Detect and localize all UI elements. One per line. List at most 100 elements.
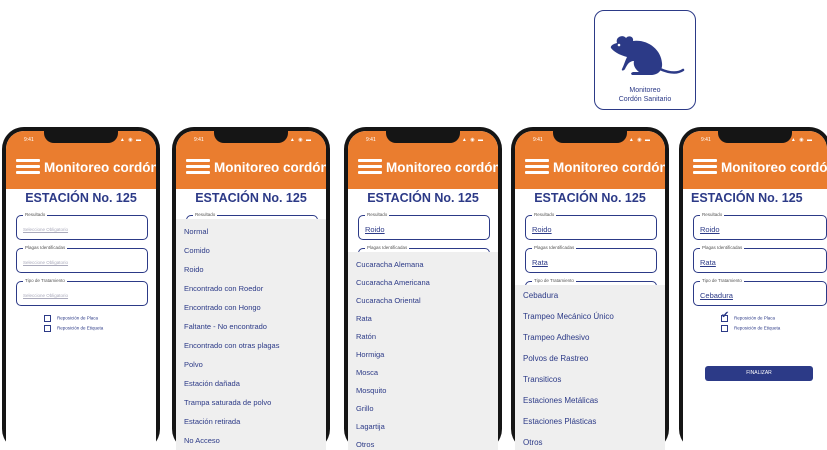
notch	[553, 131, 627, 143]
option-item[interactable]: Grillo	[356, 404, 374, 413]
plagas-label: Plagas Identificadas	[365, 245, 410, 250]
station-title: ESTACIÓN No. 125	[367, 191, 479, 205]
option-item[interactable]: Polvo	[184, 360, 203, 369]
option-item[interactable]: Cucaracha Alemana	[356, 260, 424, 269]
option-item[interactable]: Encontrado con otras plagas	[184, 341, 279, 350]
resultado-field[interactable]: Resultado Roido	[525, 212, 657, 240]
resultado-field[interactable]: Resultado Roido	[358, 212, 490, 240]
option-item[interactable]: Polvos de Rastreo	[523, 354, 588, 363]
resultado-options-list: Normal Comido Roido Encontrado con Roedo…	[176, 219, 326, 450]
station-title: ESTACIÓN No. 125	[25, 191, 137, 205]
option-item[interactable]: Trampeo Adhesivo	[523, 333, 589, 342]
resultado-label: Resultado	[365, 212, 390, 217]
plagas-value: Rata	[700, 258, 716, 267]
status-time: 9:41	[366, 137, 376, 143]
option-item[interactable]: Comido	[184, 246, 210, 255]
station-title: ESTACIÓN No. 125	[195, 191, 307, 205]
reposicion-placa-label: Reposición de Placa	[57, 315, 99, 321]
option-item[interactable]: Otros	[523, 438, 543, 447]
checkbox-box[interactable]	[44, 315, 51, 322]
app-title: Monitoreo cordón	[721, 160, 827, 175]
option-item[interactable]: Mosca	[356, 368, 378, 377]
phone-tratamiento-dropdown: 9:41 ▲ ◉ ▬ Monitoreo cordón ESTACIÓN No.…	[511, 127, 669, 450]
reposicion-placa-checkbox[interactable]: Reposición de Placa	[721, 310, 776, 322]
option-item[interactable]: Ratón	[356, 332, 376, 341]
option-item[interactable]: Roido	[184, 265, 204, 274]
plagas-label: Plagas Identificadas	[700, 245, 745, 250]
resultado-label: Resultado	[23, 212, 48, 217]
menu-icon[interactable]	[525, 159, 549, 177]
app-title: Monitoreo cordón	[386, 160, 498, 175]
tratamiento-label: Tipo de Tratamiento	[532, 278, 576, 283]
option-item[interactable]: Hormiga	[356, 350, 384, 359]
reposicion-etiqueta-label: Reposición de Etiqueta	[734, 325, 781, 331]
option-item[interactable]: Estaciones Plásticas	[523, 417, 596, 426]
plagas-field[interactable]: Plagas Identificadas Rata	[525, 245, 657, 273]
module-card-line1: Monitoreo	[629, 87, 661, 94]
option-item[interactable]: Estaciones Metálicas	[523, 396, 598, 405]
menu-icon[interactable]	[693, 159, 717, 177]
module-card-monitoreo[interactable]: Monitoreo Cordón Sanitario	[594, 10, 696, 110]
status-time: 9:41	[24, 137, 34, 143]
plagas-options-list: Cucaracha Alemana Cucaracha Americana Cu…	[348, 252, 498, 450]
finalizar-button[interactable]: FINALIZAR	[705, 366, 813, 381]
rat-icon	[610, 36, 685, 75]
tratamiento-placeholder: Seleccione Obligatorio	[23, 293, 69, 298]
tratamiento-field[interactable]: Tipo de Tratamiento Seleccione Obligator…	[16, 278, 148, 306]
notch	[386, 131, 460, 143]
option-item[interactable]: Cebadura	[523, 291, 558, 300]
tratamiento-field[interactable]: Tipo de Tratamiento Cebadura	[693, 278, 827, 306]
status-icons: ▲ ◉ ▬	[628, 137, 651, 143]
status-time: 9:41	[533, 137, 543, 143]
option-item[interactable]: Trampa saturada de polvo	[184, 398, 271, 407]
phone-plagas-dropdown: 9:41 ▲ ◉ ▬ Monitoreo cordón ESTACIÓN No.…	[344, 127, 502, 450]
checkbox-box[interactable]	[44, 325, 51, 332]
resultado-field[interactable]: Resultado Seleccione Obligatorio	[16, 212, 148, 240]
plagas-label: Plagas Identificadas	[532, 245, 577, 250]
option-item[interactable]: Estación retirada	[184, 417, 240, 426]
app-title: Monitoreo cordón	[214, 160, 326, 175]
status-icons: ▲ ◉ ▬	[289, 137, 312, 143]
app-title: Monitoreo cordón	[44, 160, 156, 175]
resultado-value: Roido	[532, 225, 552, 234]
plagas-label: Plagas Identificadas	[23, 245, 68, 250]
option-item[interactable]: Estación dañada	[184, 379, 240, 388]
option-item[interactable]: Encontrado con Hongo	[184, 303, 261, 312]
reposicion-etiqueta-checkbox[interactable]: Reposición de Etiqueta	[44, 325, 103, 332]
option-item[interactable]: Normal	[184, 227, 208, 236]
option-item[interactable]: Cucaracha Oriental	[356, 296, 421, 305]
menu-icon[interactable]	[186, 159, 210, 177]
resultado-field[interactable]: Resultado Roido	[693, 212, 827, 240]
resultado-placeholder: Seleccione Obligatorio	[23, 227, 69, 232]
status-time: 9:41	[194, 137, 204, 143]
option-item[interactable]: Faltante - No encontrado	[184, 322, 267, 331]
reposicion-placa-label: Reposición de Placa	[734, 315, 776, 321]
reposicion-placa-checkbox[interactable]: Reposición de Placa	[44, 315, 98, 322]
notch	[718, 131, 792, 143]
screen: 9:41 ▲ ◉ ▬ Monitoreo cordón ESTACIÓN No.…	[683, 131, 827, 450]
tratamiento-label: Tipo de Tratamiento	[700, 278, 744, 283]
menu-icon[interactable]	[16, 159, 40, 177]
option-item[interactable]: Cucaracha Americana	[356, 278, 430, 287]
option-item[interactable]: Transiticos	[523, 375, 561, 384]
menu-icon[interactable]	[358, 159, 382, 177]
status-icons: ▲ ◉ ▬	[461, 137, 484, 143]
option-item[interactable]: No Acceso	[184, 436, 220, 445]
option-item[interactable]: Mosquito	[356, 386, 386, 395]
option-item[interactable]: Trampeo Mecánico Único	[523, 312, 614, 321]
plagas-value: Rata	[532, 258, 548, 267]
notch	[44, 131, 118, 143]
checkbox-checked[interactable]	[721, 310, 729, 322]
checkbox-box[interactable]	[721, 325, 728, 332]
option-item[interactable]: Encontrado con Roedor	[184, 284, 263, 293]
station-title: ESTACIÓN No. 125	[691, 191, 803, 205]
option-item[interactable]: Otros	[356, 440, 374, 449]
option-item[interactable]: Rata	[356, 314, 372, 323]
status-time: 9:41	[701, 137, 711, 143]
plagas-field[interactable]: Plagas Identificadas Rata	[693, 245, 827, 273]
station-title: ESTACIÓN No. 125	[534, 191, 646, 205]
screen: 9:41 ▲ ◉ ▬ Monitoreo cordón ESTACIÓN No.…	[348, 131, 498, 450]
reposicion-etiqueta-checkbox[interactable]: Reposición de Etiqueta	[721, 325, 780, 332]
plagas-field[interactable]: Plagas Identificadas Seleccione Obligato…	[16, 245, 148, 273]
option-item[interactable]: Lagartija	[356, 422, 385, 431]
